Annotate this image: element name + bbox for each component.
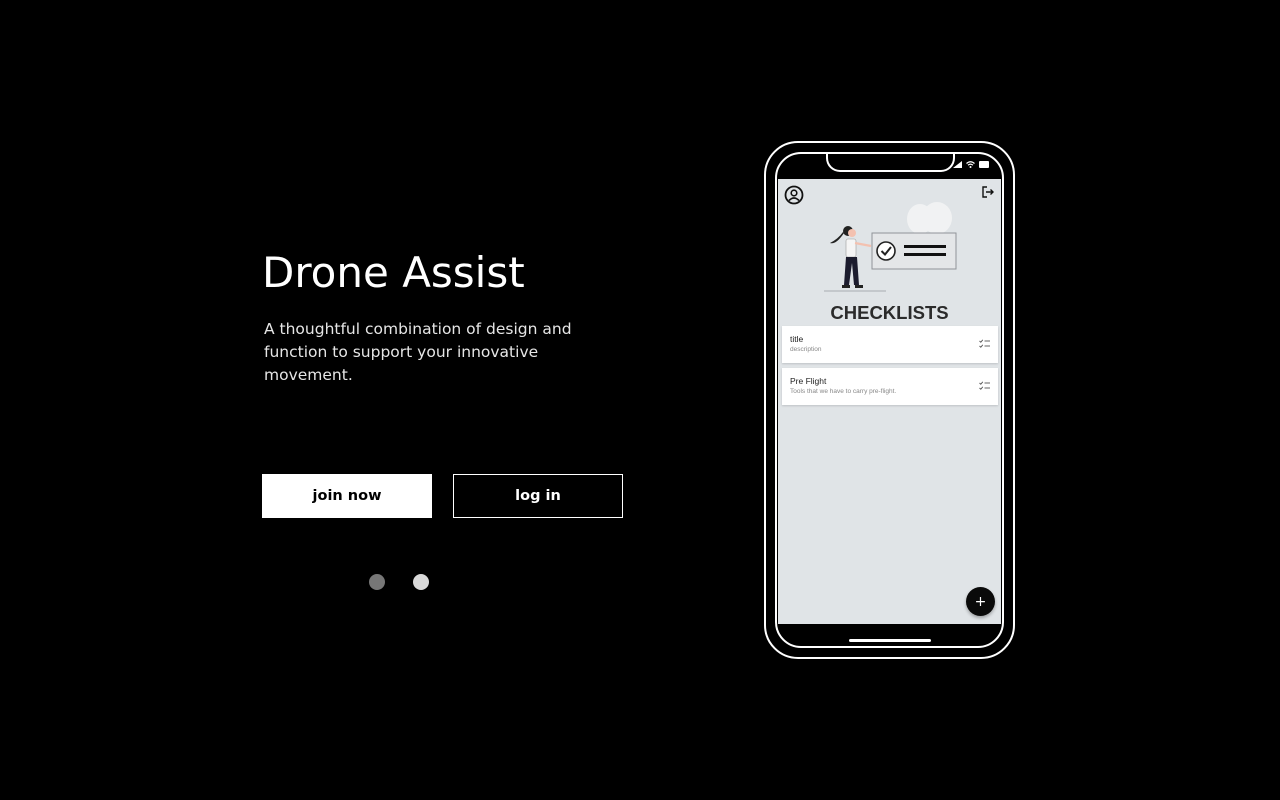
wifi-icon <box>966 161 975 168</box>
checklist-card[interactable]: title description <box>782 326 998 363</box>
phone-notch <box>826 154 955 172</box>
hero-title: Drone Assist <box>262 248 525 297</box>
log-in-button[interactable]: log in <box>453 474 623 518</box>
carousel-dot-2[interactable] <box>413 574 429 590</box>
screen-title: CHECKLISTS <box>830 302 949 323</box>
checklist-title: title <box>790 334 804 344</box>
status-bar <box>953 161 990 168</box>
signal-icon <box>953 161 962 168</box>
carousel-dot-1[interactable] <box>369 574 385 590</box>
checklist-card[interactable]: Pre Flight Tools that we have to carry p… <box>782 368 998 405</box>
checklist-description: description <box>790 346 822 353</box>
add-checklist-button[interactable]: + <box>966 587 995 616</box>
checklist-icon <box>979 381 990 390</box>
checklist-description: Tools that we have to carry pre-flight. <box>790 388 897 395</box>
hero-subtitle: A thoughtful combination of design and f… <box>264 320 572 384</box>
battery-icon <box>979 161 989 168</box>
checklist-title: Pre Flight <box>790 376 827 386</box>
logout-icon[interactable] <box>981 185 995 199</box>
app-screen: CHECKLISTS title description Pre Flight … <box>778 179 1001 624</box>
profile-icon[interactable] <box>784 185 804 205</box>
checklist-illustration <box>824 202 957 292</box>
phone-frame: CHECKLISTS title description Pre Flight … <box>775 152 1004 648</box>
checklist-icon <box>979 339 990 348</box>
home-indicator <box>849 639 931 642</box>
phone-mockup: CHECKLISTS title description Pre Flight … <box>764 141 1015 659</box>
join-now-button[interactable]: join now <box>262 474 432 518</box>
